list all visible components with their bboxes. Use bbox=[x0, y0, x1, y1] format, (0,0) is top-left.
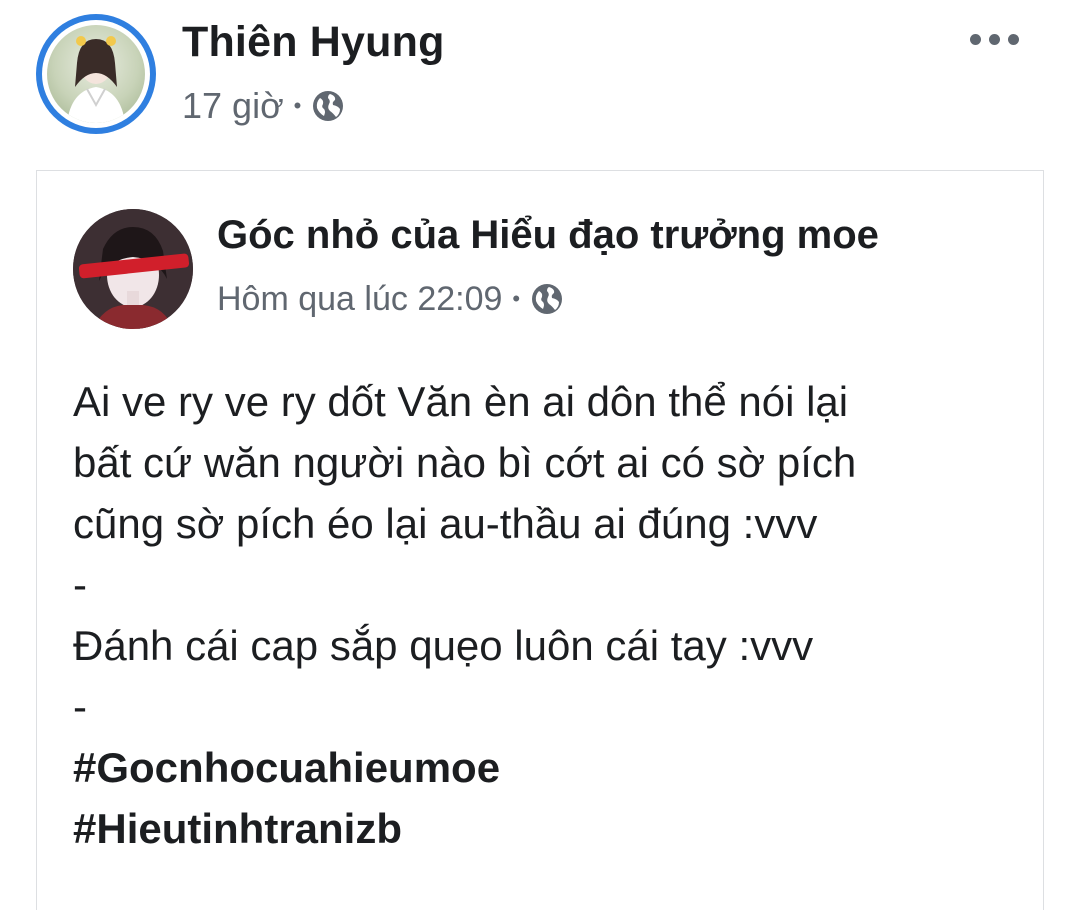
globe-icon[interactable] bbox=[530, 282, 564, 316]
post-header: Thiên Hyung 17 giờ • bbox=[0, 0, 1080, 150]
globe-icon[interactable] bbox=[311, 89, 345, 123]
more-options-icon[interactable] bbox=[970, 24, 1030, 54]
meta-separator: • bbox=[293, 93, 302, 118]
author-avatar[interactable] bbox=[36, 14, 156, 134]
hashtag-link[interactable]: #Hieutinhtranizb bbox=[73, 798, 1023, 859]
author-avatar-image bbox=[47, 25, 145, 123]
page-name[interactable]: Góc nhỏ của Hiểu đạo trưởng moe bbox=[217, 213, 879, 258]
post-meta: 17 giờ • bbox=[182, 84, 345, 128]
post-text-line: bất cứ wăn người nào bì cớt ai có sờ píc… bbox=[73, 439, 857, 486]
shared-post-time[interactable]: Hôm qua lúc 22:09 bbox=[217, 280, 502, 319]
post-text: Ai ve ry ve ry dốt Văn èn ai dôn thể nói… bbox=[73, 371, 1023, 859]
post-text-line: - bbox=[73, 561, 87, 608]
post-text-line: cũng sờ pích éo lại au-thầu ai đúng :vvv bbox=[73, 500, 818, 547]
post-text-line: - bbox=[73, 683, 87, 730]
page-avatar[interactable] bbox=[73, 209, 193, 329]
post-time[interactable]: 17 giờ bbox=[182, 85, 284, 127]
shared-post-meta: Hôm qua lúc 22:09 • bbox=[217, 277, 564, 321]
post-text-line: Ai ve ry ve ry dốt Văn èn ai dôn thể nói… bbox=[73, 378, 849, 425]
hashtag-link[interactable]: #Gocnhocuahieumoe bbox=[73, 737, 1023, 798]
shared-post-card[interactable]: Góc nhỏ của Hiểu đạo trưởng moe Hôm qua … bbox=[36, 170, 1044, 910]
author-name[interactable]: Thiên Hyung bbox=[182, 18, 445, 67]
meta-separator: • bbox=[512, 286, 521, 311]
post-text-line: Đánh cái cap sắp quẹo luôn cái tay :vvv bbox=[73, 622, 814, 669]
